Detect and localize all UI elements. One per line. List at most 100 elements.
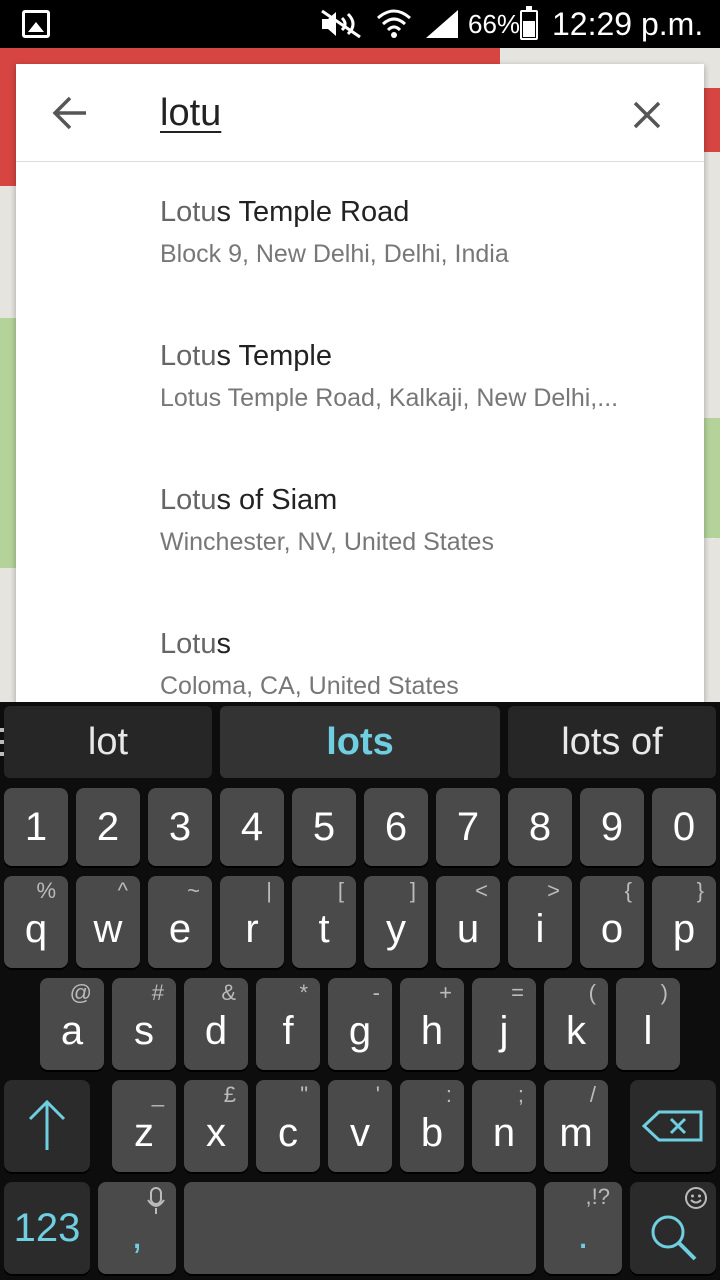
key-b[interactable]: :b <box>400 1080 464 1172</box>
key-a[interactable]: @ a <box>40 978 104 1070</box>
key-label: 7 <box>456 804 480 849</box>
key-label: g <box>348 1008 372 1053</box>
shift-arrow-icon <box>28 1099 66 1150</box>
key-hint: & <box>221 980 236 1005</box>
key-hint: { <box>624 878 632 903</box>
key-g[interactable]: -g <box>328 978 392 1070</box>
key-label: j <box>499 1008 509 1053</box>
search-key[interactable] <box>630 1182 716 1274</box>
clock: 12:29 p.m. <box>552 6 704 42</box>
key-e[interactable]: ~ e <box>148 876 212 968</box>
key-label: b <box>420 1110 444 1155</box>
key-y[interactable]: ] y <box>364 876 428 968</box>
key-d[interactable]: & d <box>184 978 248 1070</box>
result-title-rest: s <box>216 628 231 660</box>
key-hint: ^ <box>117 878 128 903</box>
key-9[interactable]: 9 <box>580 788 644 866</box>
suggestion-right[interactable]: lots of <box>508 706 716 778</box>
shift-key[interactable] <box>4 1080 90 1172</box>
key-label: i <box>535 906 545 951</box>
key-z[interactable]: _ z <box>112 1080 176 1172</box>
key-s[interactable]: # s <box>112 978 176 1070</box>
key-label: 0 <box>672 804 696 849</box>
result-title: Lotus <box>160 628 231 661</box>
key-hint: - <box>372 980 380 1005</box>
period-key[interactable]: ,!?. <box>544 1182 622 1274</box>
key-p[interactable]: } p <box>652 876 716 968</box>
backspace-key[interactable] <box>630 1080 716 1172</box>
key-l[interactable]: ) l <box>616 978 680 1070</box>
key-label: d <box>204 1008 228 1053</box>
result-title: Lotus Temple <box>160 340 332 373</box>
key-q[interactable]: % q <box>4 876 68 968</box>
keyboard: lot lots lots of 1 2 3 4 5 6 7 8 9 0% q ^ w ~ e | r[t] y <… <box>0 702 720 1280</box>
key-label: n <box>492 1110 516 1155</box>
key-n[interactable]: ; n <box>472 1080 536 1172</box>
search-card: lotu Lotus Temple Road Block 9, New Delh… <box>16 64 704 704</box>
key-label: s <box>134 1008 154 1053</box>
key-hint: £ <box>223 1082 236 1107</box>
key-u[interactable]: < u <box>436 876 500 968</box>
key-6[interactable]: 6 <box>364 788 428 866</box>
result-subtitle: Coloma, CA, United States <box>160 672 459 700</box>
key-1[interactable]: 1 <box>4 788 68 866</box>
key-r[interactable]: | r <box>220 876 284 968</box>
emoji-icon <box>685 1187 707 1209</box>
key-hint: / <box>589 1082 596 1107</box>
key-hint: % <box>36 878 56 903</box>
key-5[interactable]: 5 <box>292 788 356 866</box>
clear-button[interactable] <box>622 90 672 140</box>
key-label: k <box>566 1008 586 1053</box>
key-hint: | <box>266 878 272 903</box>
key-8[interactable]: 8 <box>508 788 572 866</box>
key-v[interactable]: ' v <box>328 1080 392 1172</box>
key-label: 123 <box>13 1205 81 1250</box>
key-w[interactable]: ^ w <box>76 876 140 968</box>
key-label: c <box>278 1110 298 1155</box>
result-item[interactable]: Lotus Coloma, CA, United States <box>16 594 704 704</box>
key-o[interactable]: {o <box>580 876 644 968</box>
battery-percent: 66% <box>468 9 521 39</box>
key-3[interactable]: 3 <box>148 788 212 866</box>
result-item[interactable]: Lotus Temple Lotus Temple Road, Kalkaji,… <box>16 306 704 450</box>
mute-icon <box>321 9 361 39</box>
key-m[interactable]: / m <box>544 1080 608 1172</box>
result-item[interactable]: Lotus of Siam Winchester, NV, United Sta… <box>16 450 704 594</box>
key-j[interactable]: = j <box>472 978 536 1070</box>
key-t[interactable]: [t <box>292 876 356 968</box>
key-c[interactable]: " c <box>256 1080 320 1172</box>
key-2[interactable]: 2 <box>76 788 140 866</box>
key-hint: * <box>299 980 308 1005</box>
arrow-left-icon <box>52 96 86 130</box>
key-hint: < <box>475 878 488 903</box>
suggestion-center[interactable]: lots <box>220 706 500 778</box>
key-4[interactable]: 4 <box>220 788 284 866</box>
key-hint: + <box>439 980 452 1005</box>
key-label: y <box>386 906 406 951</box>
key-f[interactable]: * f <box>256 978 320 1070</box>
symbols-key[interactable]: 123 <box>4 1182 90 1274</box>
key-label: 1 <box>24 804 48 849</box>
search-input[interactable]: lotu <box>160 92 221 135</box>
suggestion-strip: lot lots lots of <box>0 702 720 782</box>
key-i[interactable]: > i <box>508 876 572 968</box>
back-button[interactable] <box>40 88 104 138</box>
space-key[interactable] <box>184 1182 536 1274</box>
battery-icon <box>520 6 538 40</box>
key-label: x <box>206 1110 226 1155</box>
key-k[interactable]: (k <box>544 978 608 1070</box>
result-item[interactable]: Lotus Temple Road Block 9, New Delhi, De… <box>16 162 704 306</box>
key-label: m <box>559 1110 593 1155</box>
key-label: w <box>93 906 123 951</box>
key-0[interactable]: 0 <box>652 788 716 866</box>
key-x[interactable]: £ x <box>184 1080 248 1172</box>
result-title-rest: s of Siam <box>216 484 338 516</box>
comma-key[interactable]: , <box>98 1182 176 1274</box>
result-subtitle: Lotus Temple Road, Kalkaji, New Delhi,..… <box>160 384 619 412</box>
map-park <box>0 318 16 568</box>
key-hint: # <box>151 980 164 1005</box>
key-7[interactable]: 7 <box>436 788 500 866</box>
key-label: 8 <box>528 804 552 849</box>
suggestion-left[interactable]: lot <box>4 706 212 778</box>
key-h[interactable]: + h <box>400 978 464 1070</box>
